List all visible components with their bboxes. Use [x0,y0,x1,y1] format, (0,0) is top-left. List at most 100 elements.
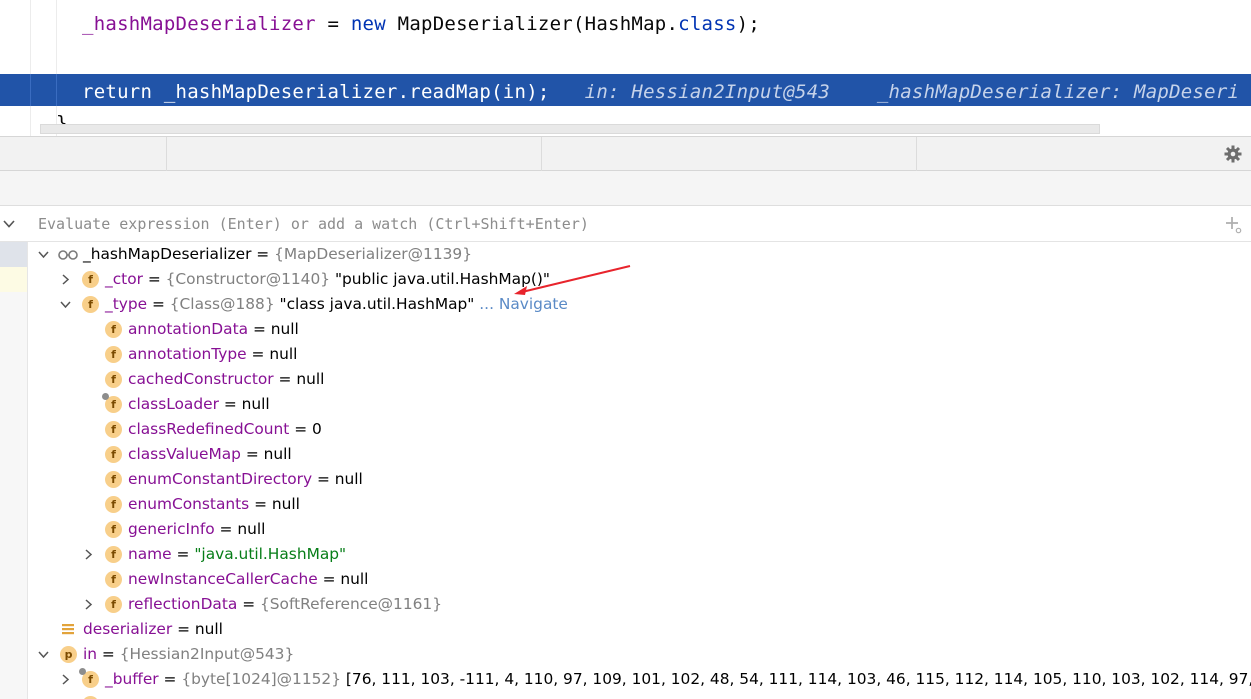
field-name: classRedefinedCount [128,420,290,438]
gear-icon[interactable] [1223,144,1243,164]
tree-row-field[interactable]: f annotationType = null [28,342,1251,367]
chevron-right-icon[interactable] [83,549,94,560]
indent-guide [56,74,57,106]
field-name: annotationType [128,345,247,363]
frame-marker [0,267,27,292]
keyword-new: new [350,13,386,35]
debug-subbar [0,171,1251,206]
field-name: annotationData [128,320,249,338]
evaluate-bar [0,206,1251,242]
field-name: name [128,545,172,563]
frame-selected-marker [0,242,27,267]
code-line-assignment[interactable]: _hashMapDeserializer = new MapDeserializ… [82,7,760,41]
watch-glasses-icon [58,250,78,260]
equals: = [251,245,275,263]
variable-name: _type [105,295,148,313]
variable-type: {Hessian2Input@543} [119,645,295,663]
field-name: reflectionData [128,595,238,613]
gutter-guide [30,74,31,106]
evaluate-expression-input[interactable] [38,206,1198,241]
chevron-down-icon[interactable] [60,299,71,310]
operator-token: = [315,13,351,35]
horizontal-scrollbar[interactable] [40,124,1100,134]
toolbar-separator [916,137,917,171]
chevron-right-icon[interactable] [83,599,94,610]
inline-debug-values: in: Hessian2Input@543 _hashMapDeserializ… [549,81,1240,103]
variable-type: {byte[1024]@1152} [181,670,342,688]
field-value: = null [246,345,298,363]
field-value: = null [317,570,369,588]
field-value: = null [248,320,299,338]
field-value: = null [214,520,266,538]
chevron-down-icon[interactable] [38,649,49,660]
field-name: cachedConstructor [128,370,274,388]
local-variable-icon [62,624,74,635]
field-icon: f [105,521,122,538]
chevron-down-icon[interactable] [38,249,49,260]
equals: = [171,545,195,563]
variable-name: _buffer [105,670,159,688]
code-token: MapDeserializer(HashMap. [385,13,679,35]
tree-row-field[interactable]: f enumConstantDirectory = null [28,467,1251,492]
field-name: genericInfo [128,520,215,538]
tree-row-field[interactable]: f annotationData = null [28,317,1251,342]
annotation-arrow-icon [514,265,631,295]
field-value: = null [240,445,292,463]
chevron-right-icon[interactable] [60,274,71,285]
tree-row-field-name[interactable]: f name = "java.util.HashMap" [28,542,1251,567]
code-line-return[interactable]: return _hashMapDeserializer.readMap(in);… [82,75,1239,109]
frames-side-strip [0,242,28,699]
tree-row-field-reflection[interactable]: f reflectionData = {SoftReference@1161} [28,592,1251,617]
field-name: newInstanceCallerCache [128,570,318,588]
keyword-class: class [678,13,737,35]
code-editor[interactable]: _hashMapDeserializer = new MapDeserializ… [0,0,1251,136]
field-icon: f [105,571,122,588]
variable-name: deserializer [83,620,173,638]
toolbar-separator [166,137,167,171]
variable-name: _hashMapDeserializer [83,245,252,263]
field-name: classValueMap [128,445,241,463]
field-icon: f [105,421,122,438]
variable-type: {Constructor@1140} [165,270,331,288]
tree-row-deserializer[interactable]: deserializer = null [28,617,1251,642]
equals: = [237,595,260,613]
variables-tree[interactable]: _hashMapDeserializer = {MapDeserializer@… [28,242,1251,699]
tree-row-field[interactable]: f classRedefinedCount = 0 [28,417,1251,442]
field-token: _hashMapDeserializer [82,13,316,35]
tree-row-partial[interactable]: f [28,692,1251,699]
parameter-icon: p [60,646,77,663]
field-icon: f [82,271,99,288]
variable-value: = null [172,620,223,638]
field-value: = null [218,395,270,413]
equals: = [147,295,170,313]
tree-row-field[interactable]: f classValueMap = null [28,442,1251,467]
equals: = [142,270,166,288]
variable-value: [76, 111, 103, -111, 4, 110, 97, 109, 10… [345,670,1251,688]
field-icon: f [105,371,122,388]
add-watch-icon[interactable] [1223,214,1243,234]
tree-row-in[interactable]: p in = {Hessian2Input@543} [28,642,1251,667]
chevron-down-icon[interactable] [3,218,15,230]
field-value: = null [312,470,363,488]
tree-row-field[interactable]: f enumConstants = null [28,492,1251,517]
equals: = [97,645,120,663]
tree-row-field[interactable]: f classLoader = null [28,392,1251,417]
lock-badge-icon [79,668,86,675]
string-value: "java.util.HashMap" [194,545,347,563]
field-icon: f [105,496,122,513]
field-icon: f [82,296,99,313]
final-field-icon: f [79,668,99,688]
chevron-right-icon[interactable] [60,674,71,685]
variable-value: "class java.util.HashMap" [274,295,475,313]
equals: = [158,670,182,688]
tree-row-field[interactable]: f cachedConstructor = null [28,367,1251,392]
field-name: classLoader [128,395,219,413]
tree-row-field[interactable]: f genericInfo = null [28,517,1251,542]
field-name: enumConstants [128,495,250,513]
debug-toolbar [0,136,1251,171]
tree-row-buffer[interactable]: f _buffer = {byte[1024]@1152} [76, 111, … [28,667,1251,692]
gutter-guide [30,0,31,136]
toolbar-separator [541,137,542,171]
field-value: = null [273,370,325,388]
tree-row-field[interactable]: f newInstanceCallerCache = null [28,567,1251,592]
